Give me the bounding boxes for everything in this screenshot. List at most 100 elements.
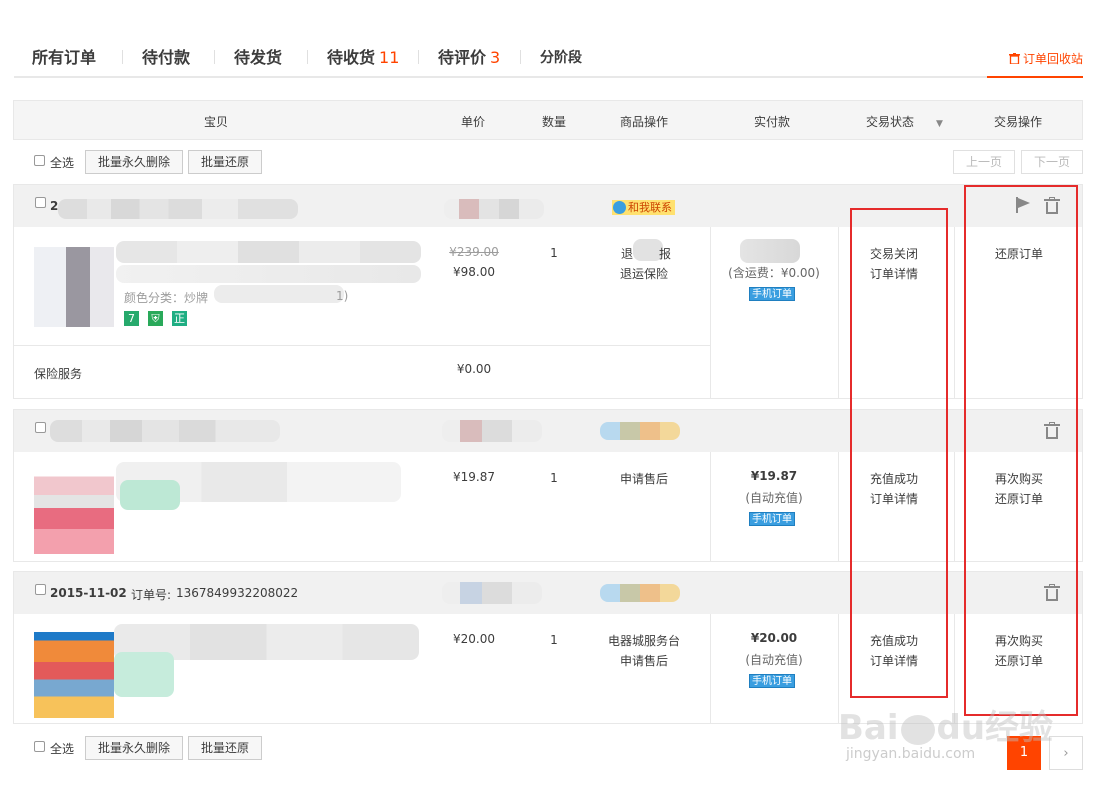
quantity: 1 bbox=[550, 471, 558, 485]
chevron-down-icon: ▼ bbox=[936, 119, 943, 129]
contact-seller-button[interactable]: 和我联系 bbox=[612, 200, 675, 215]
divider bbox=[14, 345, 710, 346]
divider bbox=[710, 227, 711, 398]
quantity: 1 bbox=[550, 633, 558, 647]
return-insurance-link[interactable]: 退运保险 bbox=[604, 265, 684, 282]
prev-page-button[interactable]: 上一页 bbox=[953, 150, 1015, 174]
divider bbox=[838, 452, 839, 561]
redacted-spec bbox=[214, 285, 344, 303]
redacted-shop-name bbox=[442, 582, 542, 604]
col-trade-ops: 交易操作 bbox=[994, 115, 1043, 129]
item-spec-tail: 1) bbox=[336, 289, 349, 303]
col-paid: 实付款 bbox=[754, 115, 791, 129]
tab-count: 3 bbox=[490, 48, 501, 67]
mobile-order-tag: 手机订单 bbox=[749, 512, 795, 526]
tab-pending-review[interactable]: 待评价 3 bbox=[438, 44, 500, 68]
redacted-icons bbox=[120, 480, 180, 510]
redacted-paid bbox=[740, 239, 800, 263]
quantity: 1 bbox=[550, 246, 558, 260]
paid-amount: ¥20.00 bbox=[750, 631, 798, 645]
batch-restore-button[interactable]: 批量还原 bbox=[188, 736, 262, 760]
tab-pending-payment[interactable]: 待付款 bbox=[142, 44, 190, 68]
col-unit-price: 单价 bbox=[461, 115, 486, 129]
genuine-icon: 正 bbox=[172, 311, 187, 326]
item-spec: 颜色分类：炒牌 bbox=[124, 291, 209, 305]
select-all-checkbox[interactable] bbox=[34, 155, 45, 166]
trade-status: 充值成功 bbox=[869, 472, 918, 486]
tab-pending-shipment[interactable]: 待发货 bbox=[234, 44, 282, 68]
flag-icon[interactable] bbox=[1015, 197, 1031, 213]
restore-order-button[interactable]: 还原订单 bbox=[979, 490, 1059, 507]
watermark-logo: Bai du经验 bbox=[838, 708, 1054, 748]
paid-amount: ¥19.87 bbox=[750, 469, 798, 483]
unit-price: ¥20.00 bbox=[453, 632, 495, 646]
redacted-order-no bbox=[58, 199, 298, 219]
active-tab-underline bbox=[987, 76, 1083, 78]
recycle-bin-link[interactable]: 订单回收站 bbox=[1008, 50, 1083, 67]
divider bbox=[954, 227, 955, 398]
col-quantity: 数量 bbox=[542, 115, 567, 129]
trash-icon[interactable] bbox=[1044, 197, 1060, 215]
redacted-shop-name bbox=[442, 420, 542, 442]
batch-delete-button[interactable]: 批量永久删除 bbox=[85, 150, 183, 174]
service-desk-link[interactable]: 电器城服务台 bbox=[599, 632, 689, 649]
tab-staged[interactable]: 分阶段 bbox=[540, 47, 582, 67]
buy-again-button[interactable]: 再次购买 bbox=[979, 470, 1059, 487]
order-recycle-page: 所有订单 待付款 待发货 待收货 11 待评价 3 分阶段 订单回收站 宝贝 单价 … bbox=[0, 0, 1095, 798]
trash-icon[interactable] bbox=[1044, 422, 1060, 440]
order-card: ¥19.87 1 申请售后 ¥19.87 (自动充值) 手机订单 充值成功 订单… bbox=[13, 409, 1083, 562]
order-checkbox[interactable] bbox=[35, 422, 46, 433]
order-checkbox[interactable] bbox=[35, 584, 46, 595]
tab-all-orders[interactable]: 所有订单 bbox=[32, 44, 96, 68]
trade-status: 充值成功 bbox=[869, 634, 918, 648]
insurance-price: ¥0.00 bbox=[456, 362, 492, 376]
order-card: 2 和我联系 颜色分类：炒牌 1) 7 ⛨ 正 ¥239.00 ¥98.00 1… bbox=[13, 184, 1083, 399]
tab-divider bbox=[418, 50, 419, 64]
tab-pending-receipt[interactable]: 待收货 11 bbox=[327, 44, 399, 68]
seven-day-return-icon: 7 bbox=[124, 311, 139, 326]
batch-restore-button[interactable]: 批量还原 bbox=[188, 150, 262, 174]
order-checkbox[interactable] bbox=[35, 197, 46, 208]
tab-divider bbox=[214, 50, 215, 64]
unit-price: ¥19.87 bbox=[453, 470, 495, 484]
paid-note: (含运费：¥0.00) bbox=[728, 266, 820, 280]
tab-divider bbox=[122, 50, 123, 64]
restore-order-button[interactable]: 还原订单 bbox=[979, 245, 1059, 262]
original-price: ¥239.00 bbox=[449, 245, 499, 259]
divider bbox=[954, 452, 955, 561]
tab-divider bbox=[520, 50, 521, 64]
batch-bar-top: 全选 批量永久删除 批量还原 上一页 下一页 bbox=[13, 149, 1083, 175]
order-date: 2015-11-02 bbox=[50, 586, 127, 600]
item-thumbnail[interactable] bbox=[34, 470, 114, 554]
order-detail-link[interactable]: 订单详情 bbox=[854, 652, 934, 669]
item-thumbnail[interactable] bbox=[34, 247, 114, 327]
chat-icon bbox=[613, 201, 626, 214]
guarantee-icon: ⛨ bbox=[148, 311, 163, 326]
col-item: 宝贝 bbox=[204, 115, 229, 129]
insurance-label: 保险服务 bbox=[34, 367, 83, 381]
watermark-url: jingyan.baidu.com bbox=[846, 746, 976, 762]
redacted-shop-name bbox=[444, 199, 544, 219]
tab-count: 11 bbox=[379, 48, 400, 67]
col-item-ops: 商品操作 bbox=[620, 115, 669, 129]
select-all-label: 全选 bbox=[50, 156, 75, 170]
select-all-checkbox[interactable] bbox=[34, 741, 45, 752]
item-thumbnail[interactable] bbox=[34, 632, 114, 718]
paw-icon bbox=[900, 714, 935, 745]
trash-icon[interactable] bbox=[1044, 584, 1060, 602]
restore-order-button[interactable]: 还原订单 bbox=[979, 652, 1059, 669]
redacted-order-no bbox=[50, 420, 280, 442]
redacted-badges bbox=[600, 584, 680, 602]
batch-delete-button[interactable]: 批量永久删除 bbox=[85, 736, 183, 760]
after-sale-link[interactable]: 申请售后 bbox=[604, 652, 684, 669]
next-page-button[interactable]: 下一页 bbox=[1021, 150, 1083, 174]
col-trade-status[interactable]: 交易状态 ▼ bbox=[866, 113, 943, 130]
item-op-link[interactable]: 报 bbox=[659, 245, 671, 262]
after-sale-link[interactable]: 申请售后 bbox=[604, 470, 684, 487]
divider bbox=[838, 227, 839, 398]
next-page-arrow[interactable]: › bbox=[1049, 736, 1083, 770]
item-op-link[interactable]: 退 bbox=[621, 245, 633, 262]
buy-again-button[interactable]: 再次购买 bbox=[979, 632, 1059, 649]
order-detail-link[interactable]: 订单详情 bbox=[854, 490, 934, 507]
order-detail-link[interactable]: 订单详情 bbox=[854, 265, 934, 282]
